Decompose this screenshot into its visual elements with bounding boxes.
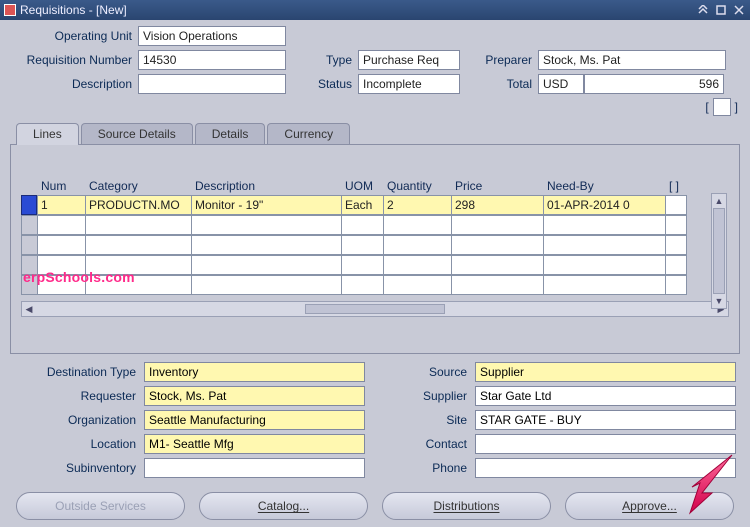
grid-row[interactable] — [21, 275, 729, 295]
tab-lines[interactable]: Lines — [16, 123, 79, 145]
req-number-label: Requisition Number — [10, 53, 138, 67]
col-flex: [ ] — [665, 175, 687, 195]
location-label: Location — [14, 437, 144, 451]
scroll-left-icon[interactable]: ◀ — [22, 304, 36, 315]
status-field[interactable]: Incomplete — [358, 74, 460, 94]
app-icon — [4, 4, 16, 16]
requester-field[interactable]: Stock, Ms. Pat — [144, 386, 365, 406]
header-form: Operating Unit Vision Operations Requisi… — [10, 26, 740, 116]
contact-label: Contact — [385, 437, 475, 451]
description-field[interactable] — [138, 74, 286, 94]
requester-label: Requester — [14, 389, 144, 403]
col-uom: UOM — [341, 175, 383, 195]
total-amount-field[interactable]: 596 — [584, 74, 724, 94]
tabstrip: Lines Source Details Details Currency — [16, 122, 740, 144]
flex-open-bracket: [ — [705, 100, 708, 114]
operating-unit-field[interactable]: Vision Operations — [138, 26, 286, 46]
grid-row[interactable]: 1 PRODUCTN.MO Monitor - 19" Each 2 298 0… — [21, 195, 729, 215]
approve-button[interactable]: Approve... — [565, 492, 734, 520]
supplier-field[interactable]: Star Gate Ltd — [475, 386, 736, 406]
scroll-up-icon[interactable]: ▲ — [712, 194, 726, 208]
scroll-down-icon[interactable]: ▼ — [712, 294, 726, 308]
destination-type-label: Destination Type — [14, 365, 144, 379]
location-field[interactable]: M1- Seattle Mfg — [144, 434, 365, 454]
row-selector[interactable] — [21, 195, 37, 215]
approve-button-label: Approve... — [622, 499, 677, 513]
col-category: Category — [85, 175, 191, 195]
req-number-field[interactable]: 14530 — [138, 50, 286, 70]
total-currency-field[interactable]: USD — [538, 74, 584, 94]
outside-services-button[interactable]: Outside Services — [16, 492, 185, 520]
tab-source-details[interactable]: Source Details — [81, 123, 193, 145]
lines-grid: Num Category Description UOM Quantity Pr… — [21, 175, 729, 295]
col-need-by: Need-By — [543, 175, 665, 195]
hscroll-thumb[interactable] — [305, 304, 445, 314]
grid-row[interactable] — [21, 215, 729, 235]
cell-num[interactable]: 1 — [37, 195, 85, 215]
source-label: Source — [385, 365, 475, 379]
window-title: Requisitions - [New] — [20, 3, 696, 17]
tab-details[interactable]: Details — [195, 123, 266, 145]
cell-price[interactable]: 298 — [451, 195, 543, 215]
subinventory-field[interactable] — [144, 458, 365, 478]
close-icon[interactable] — [732, 3, 746, 17]
phone-label: Phone — [385, 461, 475, 475]
contact-field[interactable] — [475, 434, 736, 454]
grid-header: Num Category Description UOM Quantity Pr… — [21, 175, 729, 195]
preparer-field[interactable]: Stock, Ms. Pat — [538, 50, 726, 70]
flex-close-bracket: ] — [735, 100, 738, 114]
cell-uom[interactable]: Each — [341, 195, 383, 215]
cell-flex[interactable] — [665, 195, 687, 215]
supplier-label: Supplier — [385, 389, 475, 403]
maximize-icon[interactable] — [714, 3, 728, 17]
description-label: Description — [10, 77, 138, 91]
cell-need-by[interactable]: 01-APR-2014 0 — [543, 195, 665, 215]
tab-panel-lines: Num Category Description UOM Quantity Pr… — [10, 144, 740, 354]
cell-description[interactable]: Monitor - 19" — [191, 195, 341, 215]
catalog-button-label: Catalog... — [258, 499, 309, 513]
horizontal-scrollbar[interactable]: ◀ ▶ — [21, 301, 729, 317]
preparer-label: Preparer — [460, 53, 538, 67]
subinventory-label: Subinventory — [14, 461, 144, 475]
titlebar: Requisitions - [New] — [0, 0, 750, 20]
flexfield-box[interactable] — [713, 98, 731, 116]
catalog-button[interactable]: Catalog... — [199, 492, 368, 520]
grid-row[interactable] — [21, 235, 729, 255]
organization-label: Organization — [14, 413, 144, 427]
col-description: Description — [191, 175, 341, 195]
status-label: Status — [286, 77, 358, 91]
action-bar: Outside Services Catalog... Distribution… — [10, 492, 740, 520]
destination-type-field[interactable]: Inventory — [144, 362, 365, 382]
source-field[interactable]: Supplier — [475, 362, 736, 382]
vertical-scrollbar[interactable]: ▲ ▼ — [711, 193, 727, 309]
type-field[interactable]: Purchase Req — [358, 50, 460, 70]
distributions-button[interactable]: Distributions — [382, 492, 551, 520]
line-details: Destination Type Inventory Requester Sto… — [10, 354, 740, 486]
type-label: Type — [286, 53, 358, 67]
scroll-thumb[interactable] — [713, 208, 725, 294]
operating-unit-label: Operating Unit — [10, 29, 138, 43]
site-label: Site — [385, 413, 475, 427]
col-price: Price — [451, 175, 543, 195]
tab-currency[interactable]: Currency — [267, 123, 350, 145]
organization-field[interactable]: Seattle Manufacturing — [144, 410, 365, 430]
cell-quantity[interactable]: 2 — [383, 195, 451, 215]
total-label: Total — [460, 77, 538, 91]
distributions-button-label: Distributions — [433, 499, 499, 513]
col-num: Num — [37, 175, 85, 195]
col-quantity: Quantity — [383, 175, 451, 195]
col-marker — [21, 175, 37, 195]
cell-category[interactable]: PRODUCTN.MO — [85, 195, 191, 215]
minimize-icon[interactable] — [696, 3, 710, 17]
site-field[interactable]: STAR GATE - BUY — [475, 410, 736, 430]
grid-row[interactable] — [21, 255, 729, 275]
phone-field[interactable] — [475, 458, 736, 478]
